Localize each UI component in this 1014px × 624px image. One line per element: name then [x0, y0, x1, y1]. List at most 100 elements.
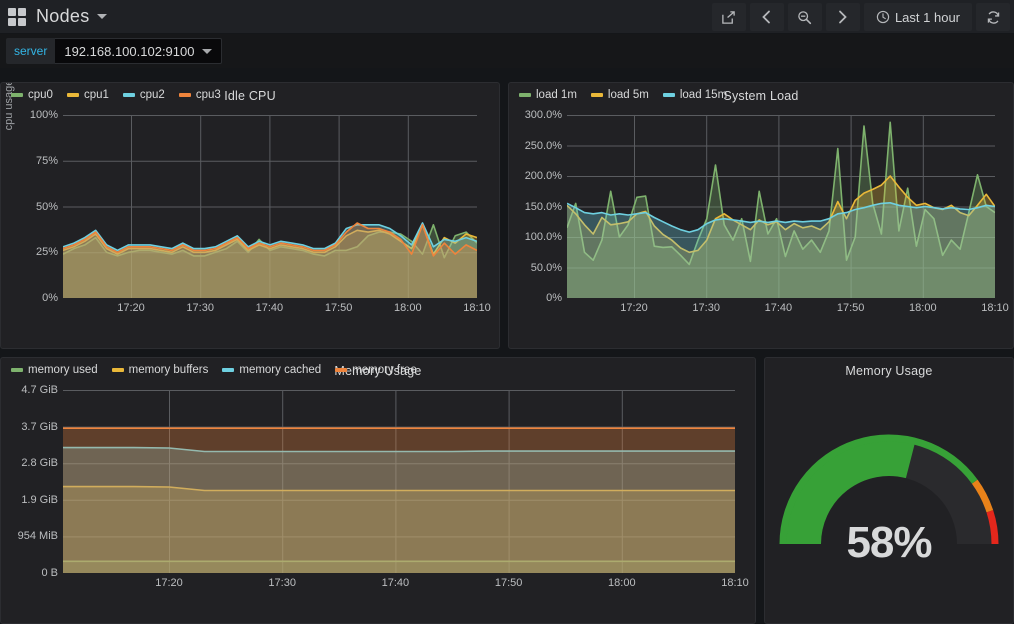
x-tick-label: 17:40 — [381, 577, 410, 589]
plot-area-memory-usage — [63, 390, 735, 573]
variable-label-server: server — [6, 38, 56, 64]
y-tick-label: 100.0% — [524, 231, 562, 243]
x-tick-label: 18:00 — [394, 302, 422, 314]
x-tick-label: 17:50 — [494, 577, 523, 589]
y-tick-label: 250.0% — [524, 139, 562, 152]
legend-item[interactable]: cpu1 — [66, 89, 109, 101]
y-tick-label: 300.0% — [524, 109, 562, 121]
legend-color-swatch — [66, 93, 79, 97]
y-tick-label: 100% — [29, 109, 58, 121]
legend-color-swatch — [178, 93, 191, 97]
y-tick-label: 50.0% — [530, 261, 562, 274]
legend-label: cpu0 — [28, 89, 53, 101]
legend-memory-usage: memory used memory buffers memory cached me… — [11, 364, 417, 376]
y-tick-label: 75% — [35, 154, 58, 167]
x-axis-ticks-system-load: 17:20 17:30 17:40 17:50 18:00 18:10 — [509, 300, 1013, 318]
legend-item[interactable]: load 1m — [519, 89, 577, 101]
legend-label: memory used — [28, 364, 98, 376]
y-tick-label: 954 MiB — [17, 530, 58, 543]
y-axis-ticks-system-load: 0% 50.0% 100.0% 150.0% 200.0% 250.0% 300.0% — [509, 105, 562, 318]
legend-label: memory buffers — [128, 364, 209, 376]
panel-memory-usage-gauge[interactable]: Memory Usage 58% — [764, 357, 1014, 624]
y-tick-label: 2.8 GiB — [21, 457, 58, 470]
y-tick-label: 4.7 GiB — [21, 384, 58, 396]
zoom-out-icon — [798, 10, 812, 24]
grid-icon[interactable] — [8, 7, 26, 26]
dashboard-submenu: server 192.168.100.102:9100 — [0, 34, 1014, 68]
grid-icon-square — [8, 7, 16, 16]
legend-idle-cpu: cpu0 cpu1 cpu2 cpu3 — [11, 89, 221, 101]
x-tick-label: 17:40 — [255, 302, 284, 314]
chevron-down-icon — [202, 48, 213, 54]
dashboard-title[interactable]: Nodes — [36, 6, 90, 27]
legend-color-swatch — [590, 93, 603, 97]
refresh-icon — [987, 10, 999, 24]
panel-memory-usage-graph[interactable]: Memory Usage 0 B 954 MiB 1.9 GiB 2.8 GiB 3.7… — [0, 357, 756, 624]
y-tick-label: 200.0% — [524, 170, 562, 182]
legend-item[interactable]: memory used — [11, 364, 98, 376]
panel-idle-cpu[interactable]: Idle CPU cpu usage 0% 25% 50% 75% 100% 17:20… — [0, 82, 500, 349]
x-tick-label: 17:20 — [155, 577, 183, 589]
y-axis-ticks-memory-usage: 0 B 954 MiB 1.9 GiB 2.8 GiB 3.7 GiB 4.7 GiB — [1, 380, 58, 593]
panel-system-load[interactable]: System Load 0% 50.0% 100.0% 150.0% 200.0% 250… — [508, 82, 1014, 349]
navbar-actions: Last 1 hour — [711, 3, 1010, 31]
time-forward-button[interactable] — [825, 3, 860, 31]
template-variable-server: server 192.168.100.102:9100 — [6, 38, 223, 64]
chevron-right-icon — [839, 10, 848, 24]
share-icon — [722, 10, 736, 24]
plot-area-system-load — [567, 115, 995, 298]
series-area — [567, 202, 995, 298]
legend-color-swatch — [122, 93, 135, 97]
legend-label: cpu1 — [83, 89, 109, 101]
chevron-left-icon — [762, 10, 771, 24]
x-tick-label: 18:10 — [463, 302, 491, 314]
x-axis-ticks-memory-usage: 17:20 17:30 17:40 17:50 18:00 18:10 — [1, 575, 755, 593]
legend-item[interactable]: load 15m — [662, 89, 728, 101]
share-dashboard-button[interactable] — [711, 3, 746, 31]
legend-color-swatch — [11, 368, 23, 372]
x-tick-label: 17:30 — [268, 577, 296, 589]
legend-color-swatch — [111, 368, 124, 372]
grid-icon-square — [8, 17, 16, 26]
legend-color-swatch — [662, 93, 675, 97]
clock-icon — [876, 10, 890, 24]
x-tick-label: 17:30 — [186, 302, 214, 314]
legend-label: cpu3 — [195, 89, 221, 101]
variable-select-server[interactable]: 192.168.100.102:9100 — [55, 38, 223, 64]
legend-label: memory free — [352, 364, 417, 376]
chevron-down-icon[interactable] — [96, 14, 107, 19]
legend-item[interactable]: cpu0 — [11, 89, 53, 101]
x-tick-label: 17:20 — [620, 302, 648, 314]
x-tick-label: 17:30 — [692, 302, 720, 314]
plot-area-idle-cpu — [63, 115, 477, 298]
time-range-label: Last 1 hour — [894, 9, 960, 25]
time-range-picker[interactable]: Last 1 hour — [863, 3, 972, 31]
legend-label: load 1m — [536, 89, 577, 101]
legend-item[interactable]: memory buffers — [111, 364, 209, 376]
zoom-out-button[interactable] — [787, 3, 822, 31]
dashboard-grid: Idle CPU cpu usage 0% 25% 50% 75% 100% 17:20… — [0, 70, 1014, 624]
refresh-button[interactable] — [976, 3, 1010, 31]
y-tick-label: 1.9 GiB — [21, 493, 58, 506]
legend-item[interactable]: load 5m — [590, 89, 649, 101]
x-tick-label: 18:00 — [608, 577, 636, 589]
time-back-button[interactable] — [749, 3, 784, 31]
legend-item[interactable]: memory free — [335, 364, 417, 376]
y-tick-label: 25% — [35, 246, 58, 259]
legend-label: load 5m — [607, 89, 649, 101]
x-tick-label: 17:40 — [764, 302, 793, 314]
y-axis-ticks-idle-cpu: 0% 25% 50% 75% 100% — [1, 105, 58, 318]
x-tick-label: 17:20 — [117, 302, 145, 314]
legend-color-swatch — [335, 368, 348, 372]
legend-label: load 15m — [679, 89, 728, 101]
x-tick-label: 18:10 — [981, 302, 1009, 314]
legend-label: memory cached — [239, 364, 322, 376]
legend-item[interactable]: cpu2 — [122, 89, 165, 101]
legend-color-swatch — [519, 93, 531, 97]
legend-item[interactable]: cpu3 — [178, 89, 221, 101]
x-tick-label: 18:10 — [721, 577, 749, 589]
legend-color-swatch — [11, 93, 23, 97]
grid-icon-square — [18, 17, 26, 26]
legend-item[interactable]: memory cached — [222, 364, 321, 376]
x-tick-label: 17:50 — [836, 302, 865, 314]
